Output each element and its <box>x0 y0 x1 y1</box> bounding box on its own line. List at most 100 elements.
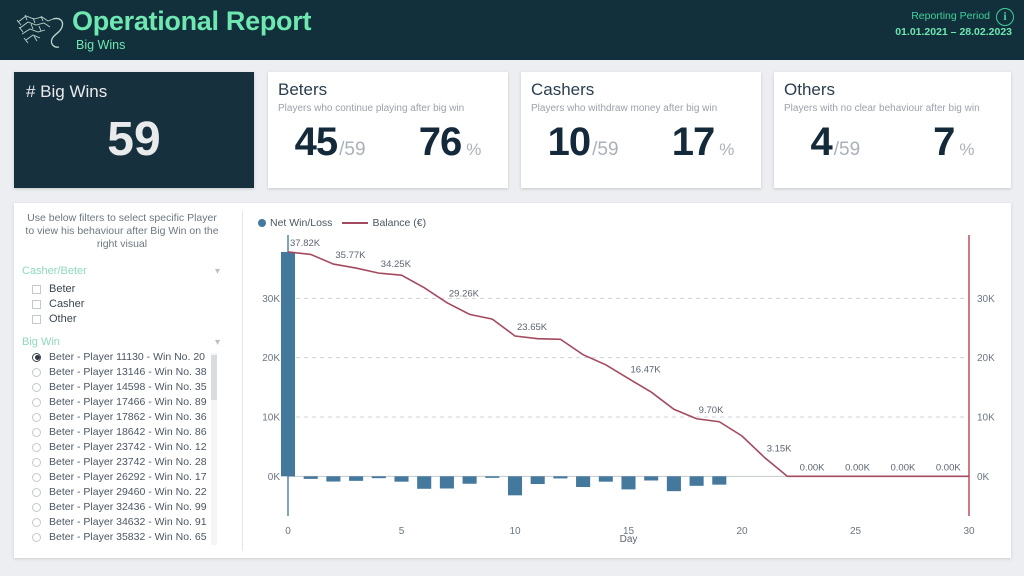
page-title: Operational Report <box>72 6 312 36</box>
radio-icon[interactable] <box>32 442 41 452</box>
checkbox-icon[interactable] <box>32 284 41 294</box>
svg-text:3.15K: 3.15K <box>767 444 792 455</box>
radio-icon[interactable] <box>32 427 41 437</box>
svg-text:0K: 0K <box>977 472 990 483</box>
svg-text:20K: 20K <box>977 353 995 364</box>
checkbox-icon[interactable] <box>32 314 41 324</box>
list-item[interactable]: Beter - Player 35832 - Win No. 65 <box>32 531 207 543</box>
kpi-percent: 76 % <box>419 120 482 165</box>
main-panel: Use below filters to select specific Pla… <box>14 203 1011 558</box>
kpi-value: 59 <box>107 113 161 166</box>
reporting-period-label: Reporting Period <box>911 10 990 22</box>
filter-group-casher-beter-header[interactable]: Casher/Beter ▾ <box>22 265 222 277</box>
kpi-card-cashers: Cashers Players who withdraw money after… <box>521 72 761 188</box>
list-item-label: Beter - Player 17466 - Win No. 89 <box>49 396 207 408</box>
svg-text:0.00K: 0.00K <box>936 462 961 473</box>
list-item[interactable]: Beter - Player 17862 - Win No. 36 <box>32 411 207 423</box>
list-item[interactable]: Beter - Player 26292 - Win No. 17 <box>32 471 207 483</box>
list-item[interactable]: Beter - Player 34632 - Win No. 91 <box>32 516 207 528</box>
list-item-label: Beter - Player 23742 - Win No. 28 <box>49 456 207 468</box>
radio-icon[interactable] <box>32 472 41 482</box>
list-item[interactable]: Beter - Player 14598 - Win No. 35 <box>32 381 207 393</box>
kpi-card-others: Others Players with no clear behaviour a… <box>774 72 1011 188</box>
reporting-period-dates: 01.01.2021 – 28.02.2023 <box>895 26 1012 38</box>
list-item[interactable]: Beter - Player 13146 - Win No. 38 <box>32 366 207 378</box>
list-item-label: Beter - Player 11130 - Win No. 20 <box>49 351 206 363</box>
list-item[interactable]: Beter - Player 18642 - Win No. 86 <box>32 426 207 438</box>
filter-sidebar: Use below filters to select specific Pla… <box>14 203 230 558</box>
svg-text:16.47K: 16.47K <box>631 365 662 376</box>
list-item-label: Beter - Player 18642 - Win No. 86 <box>49 426 207 438</box>
kpi-title: # Big Wins <box>26 82 108 101</box>
list-item-label: Beter - Player 35832 - Win No. 65 <box>49 531 207 543</box>
list-item[interactable]: Beter - Player 23742 - Win No. 28 <box>32 456 207 468</box>
svg-text:29.26K: 29.26K <box>449 289 480 300</box>
radio-icon[interactable] <box>32 352 41 362</box>
svg-text:20K: 20K <box>262 353 280 364</box>
kpi-title: Cashers <box>531 80 595 99</box>
kpi-count-value: 4 <box>810 120 832 164</box>
list-item[interactable]: Beter - Player 32436 - Win No. 99 <box>32 501 207 513</box>
svg-text:9.70K: 9.70K <box>699 405 724 416</box>
svg-text:10K: 10K <box>977 413 995 424</box>
list-item[interactable]: Beter - Player 11130 - Win No. 20 <box>32 351 205 363</box>
chart-plot-area: 0K 0K 10K 10K 20K 20K 30K 30K 37.82K 35.77K 34.25K… <box>262 235 995 537</box>
radio-icon[interactable] <box>32 457 41 467</box>
list-item-label: Beter - Player 13146 - Win No. 38 <box>49 366 207 378</box>
kpi-title: Others <box>784 80 836 99</box>
svg-text:0.00K: 0.00K <box>845 462 870 473</box>
radio-icon[interactable] <box>32 502 41 512</box>
filter-group-big-win-header[interactable]: Big Win ▾ <box>22 336 222 348</box>
svg-text:0.00K: 0.00K <box>890 462 915 473</box>
filter-checkbox-casher[interactable]: Casher <box>32 298 84 310</box>
svg-text:0K: 0K <box>268 472 281 483</box>
kpi-percent-value: 76 <box>418 120 462 164</box>
x-axis-title: Day <box>619 534 638 545</box>
radio-icon[interactable] <box>32 412 41 422</box>
list-item-label: Beter - Player 26292 - Win No. 17 <box>49 471 207 483</box>
checkbox-icon[interactable] <box>32 299 41 309</box>
filter-checkbox-other[interactable]: Other <box>32 313 77 325</box>
kpi-count-unit: /59 <box>339 139 366 160</box>
app-header: Operational Report Big Wins Reporting Pe… <box>0 0 1024 60</box>
kpi-percent-unit: % <box>719 140 735 159</box>
radio-icon[interactable] <box>32 517 41 527</box>
svg-text:23.65K: 23.65K <box>517 322 548 333</box>
list-scrollbar-thumb[interactable] <box>211 355 217 400</box>
kpi-card-beters: Beters Players who continue playing afte… <box>268 72 508 188</box>
radio-icon[interactable] <box>32 487 41 497</box>
radio-icon[interactable] <box>32 382 41 392</box>
list-item[interactable]: Beter - Player 23742 - Win No. 12 <box>32 441 207 453</box>
svg-text:37.82K: 37.82K <box>290 238 321 249</box>
chevron-down-icon[interactable]: ▾ <box>215 337 220 348</box>
chevron-down-icon[interactable]: ▾ <box>215 266 220 277</box>
svg-text:10K: 10K <box>262 413 280 424</box>
kpi-count: 45 /59 <box>295 120 366 165</box>
info-icon[interactable]: i <box>996 8 1014 26</box>
list-item-label: Beter - Player 14598 - Win No. 35 <box>49 381 207 393</box>
filter-help-text: Use below filters to select specific Pla… <box>25 212 219 250</box>
kpi-figures: 4 /59 7 % <box>774 120 1011 165</box>
filter-group-label: Casher/Beter <box>22 265 87 277</box>
list-item[interactable]: Beter - Player 29460 - Win No. 22 <box>32 486 207 498</box>
gecko-logo-icon <box>16 14 64 48</box>
radio-icon[interactable] <box>32 532 41 542</box>
radio-icon[interactable] <box>32 397 41 407</box>
filter-option-label: Beter <box>49 283 76 295</box>
svg-text:34.25K: 34.25K <box>381 259 412 270</box>
kpi-title: Beters <box>278 80 328 99</box>
filter-option-label: Other <box>49 313 77 325</box>
svg-text:30K: 30K <box>262 294 280 305</box>
kpi-count-unit: /59 <box>833 139 861 160</box>
list-item[interactable]: Beter - Player 17466 - Win No. 89 <box>32 396 207 408</box>
filter-group-label: Big Win <box>22 336 60 348</box>
page-subtitle: Big Wins <box>76 38 126 52</box>
dashboard-page: Operational Report Big Wins Reporting Pe… <box>0 0 1024 576</box>
radio-icon[interactable] <box>32 367 41 377</box>
filter-checkbox-beter[interactable]: Beter <box>32 283 75 295</box>
big-win-option-list[interactable]: Beter - Player 11130 - Win No. 20 Beter … <box>14 349 230 549</box>
list-item-label: Beter - Player 34632 - Win No. 91 <box>49 516 207 528</box>
kpi-percent: 7 % <box>933 120 974 165</box>
kpi-count-value: 10 <box>547 120 591 164</box>
svg-text:35.77K: 35.77K <box>335 250 366 261</box>
